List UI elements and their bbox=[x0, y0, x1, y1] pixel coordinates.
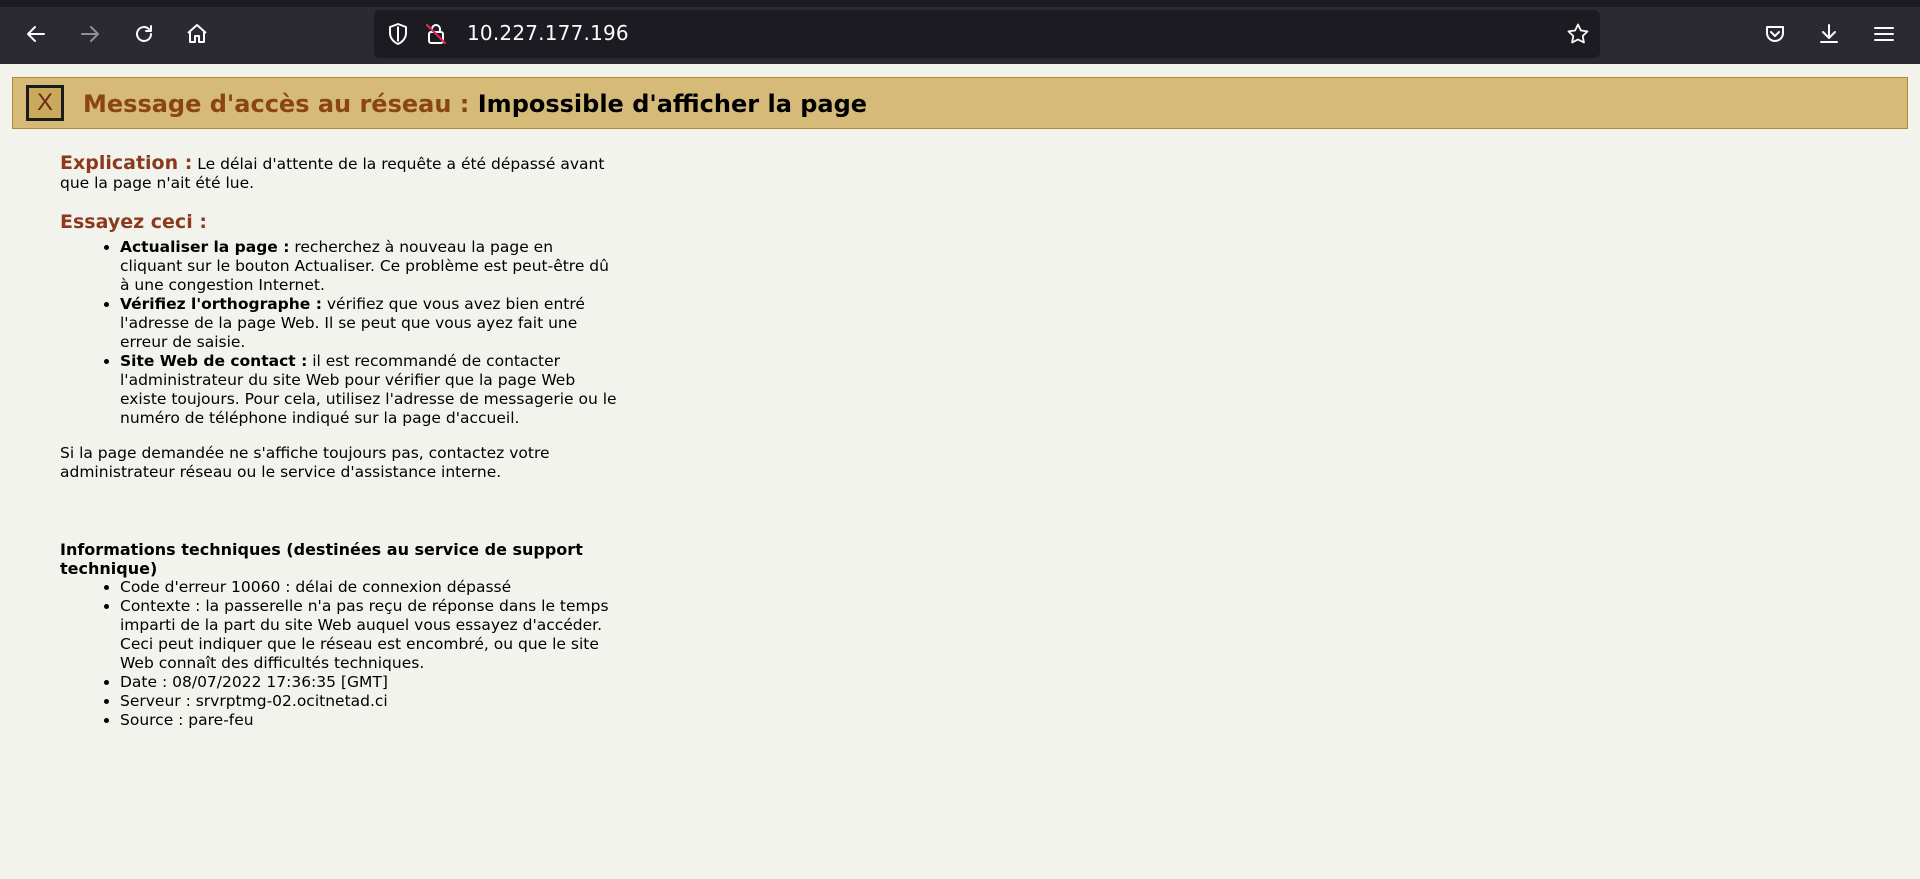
shield-icon bbox=[389, 23, 407, 45]
error-x-icon: X bbox=[26, 85, 64, 121]
banner-message: Impossible d'afficher la page bbox=[477, 90, 868, 118]
error-banner: X Message d'accès au réseau : Impossible… bbox=[12, 77, 1908, 129]
tips-list: Actualiser la page : recherchez à nouvea… bbox=[120, 238, 620, 428]
page-content: X Message d'accès au réseau : Impossible… bbox=[0, 64, 1920, 879]
list-item: Source : pare-feu bbox=[120, 711, 620, 730]
site-security-button[interactable] bbox=[424, 22, 448, 46]
technical-heading: Informations techniques (destinées au se… bbox=[60, 540, 583, 578]
list-item: Site Web de contact : il est recommandé … bbox=[120, 352, 620, 428]
bookmark-button[interactable] bbox=[1564, 22, 1592, 46]
banner-label: Message d'accès au réseau : bbox=[83, 90, 470, 118]
list-item: Vérifiez l'orthographe : vérifiez que vo… bbox=[120, 295, 620, 352]
technical-list: Code d'erreur 10060 : délai de connexion… bbox=[120, 578, 620, 730]
list-item: Actualiser la page : recherchez à nouvea… bbox=[120, 238, 620, 295]
pocket-button[interactable] bbox=[1755, 14, 1795, 54]
list-item: Code d'erreur 10060 : délai de connexion… bbox=[120, 578, 620, 597]
insecure-lock-icon bbox=[425, 23, 447, 45]
try-this-heading: Essayez ceci : bbox=[60, 211, 207, 233]
menu-icon bbox=[1874, 27, 1894, 41]
tip-title: Vérifiez l'orthographe : bbox=[120, 295, 322, 313]
list-item: Contexte : la passerelle n'a pas reçu de… bbox=[120, 597, 620, 673]
tracking-protection-button[interactable] bbox=[386, 22, 410, 46]
url-text[interactable]: 10.227.177.196 bbox=[467, 21, 629, 45]
forward-button[interactable] bbox=[70, 14, 110, 54]
forward-icon bbox=[81, 26, 99, 42]
browser-toolbar: 10.227.177.196 bbox=[0, 0, 1920, 64]
back-icon bbox=[27, 26, 45, 42]
tab-strip-edge bbox=[0, 0, 1920, 7]
bookmark-star-icon bbox=[1567, 23, 1589, 44]
home-icon bbox=[187, 24, 207, 43]
tip-title: Site Web de contact : bbox=[120, 352, 308, 370]
list-item: Serveur : srvrptmg-02.ocitnetad.ci bbox=[120, 692, 620, 711]
app-menu-button[interactable] bbox=[1864, 14, 1904, 54]
tip-title: Actualiser la page : bbox=[120, 238, 290, 256]
closing-text: Si la page demandée ne s'affiche toujour… bbox=[60, 444, 550, 481]
reload-button[interactable] bbox=[124, 14, 164, 54]
explanation-heading: Explication : bbox=[60, 152, 193, 174]
reload-icon bbox=[136, 25, 152, 42]
error-details: Explication : Le délai d'attente de la r… bbox=[60, 154, 620, 730]
downloads-button[interactable] bbox=[1809, 14, 1849, 54]
download-icon bbox=[1820, 24, 1838, 43]
home-button[interactable] bbox=[177, 14, 217, 54]
pocket-icon bbox=[1766, 26, 1784, 42]
banner-title: Message d'accès au réseau : Impossible d… bbox=[83, 90, 867, 118]
explanation: Explication : Le délai d'attente de la r… bbox=[60, 154, 620, 193]
list-item: Date : 08/07/2022 17:36:35 [GMT] bbox=[120, 673, 620, 692]
back-button[interactable] bbox=[16, 14, 56, 54]
